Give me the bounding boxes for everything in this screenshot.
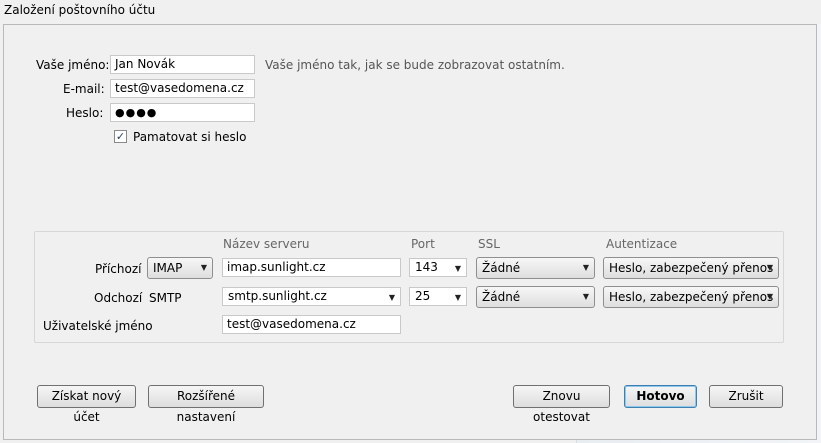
name-label: Vaše jméno: (36, 58, 110, 72)
incoming-auth-value: Heslo, zabezpečený přenos (609, 261, 774, 275)
username-label: Uživatelské jméno (43, 319, 153, 333)
password-field[interactable]: ●●●● (110, 103, 255, 122)
outgoing-ssl-select[interactable]: Žádné ▼ (476, 286, 595, 308)
outgoing-protocol: SMTP (149, 291, 182, 305)
name-hint: Vaše jméno tak, jak se bude zobrazovat o… (265, 58, 565, 72)
outgoing-ssl-value: Žádné (482, 290, 521, 304)
incoming-auth-select[interactable]: Heslo, zabezpečený přenos ▼ (603, 257, 779, 279)
chevron-down-icon: ▼ (388, 293, 395, 302)
outgoing-port-value: 25 (415, 289, 431, 303)
ssl-header: SSL (478, 237, 500, 251)
new-account-button[interactable]: Získat nový účet (37, 385, 136, 424)
chevron-down-icon: ▼ (582, 263, 589, 272)
outgoing-server-select[interactable]: smtp.sunlight.cz ▼ (222, 287, 401, 306)
port-header: Port (411, 237, 435, 251)
name-field[interactable]: Jan Novák (110, 55, 255, 74)
done-button[interactable]: Hotovo (624, 385, 697, 408)
username-field[interactable]: test@vasedomena.cz (222, 315, 401, 334)
server-name-header: Název serveru (223, 237, 310, 251)
window-title: Založení poštovního účtu (4, 3, 156, 17)
incoming-ssl-value: Žádné (482, 261, 521, 275)
password-label: Heslo: (66, 106, 104, 120)
outgoing-auth-select[interactable]: Heslo, zabezpečený přenos ▼ (603, 286, 779, 308)
incoming-port-value: 143 (415, 260, 438, 274)
chevron-down-icon: ▼ (766, 263, 773, 272)
cancel-button[interactable]: Zrušit (709, 385, 783, 408)
outgoing-label: Odchozí (94, 291, 143, 305)
incoming-server-field[interactable]: imap.sunlight.cz (222, 258, 401, 277)
chevron-down-icon: ▼ (582, 292, 589, 301)
outgoing-auth-value: Heslo, zabezpečený přenos (609, 290, 774, 304)
outgoing-server-value: smtp.sunlight.cz (228, 289, 327, 303)
incoming-protocol-select[interactable]: IMAP ▼ (147, 257, 213, 279)
chevron-down-icon: ▼ (766, 292, 773, 301)
chevron-down-icon: ▼ (200, 263, 207, 272)
incoming-label: Příchozí (95, 262, 142, 276)
incoming-ssl-select[interactable]: Žádné ▼ (476, 257, 595, 279)
outgoing-port-select[interactable]: 25 ▼ (409, 287, 467, 306)
incoming-protocol-value: IMAP (153, 261, 183, 275)
advanced-settings-button[interactable]: Rozšířené nastavení (148, 385, 264, 424)
email-field[interactable]: test@vasedomena.cz (110, 79, 255, 98)
chevron-down-icon: ▼ (454, 264, 461, 273)
incoming-port-select[interactable]: 143 ▼ (409, 258, 467, 277)
chevron-down-icon: ▼ (454, 293, 461, 302)
email-label: E-mail: (63, 82, 105, 96)
remember-password-checkbox[interactable]: ✓ (114, 130, 127, 143)
auth-header: Autentizace (606, 237, 678, 251)
retest-button[interactable]: Znovu otestovat (513, 385, 610, 424)
remember-password-label: Pamatovat si heslo (133, 130, 247, 144)
